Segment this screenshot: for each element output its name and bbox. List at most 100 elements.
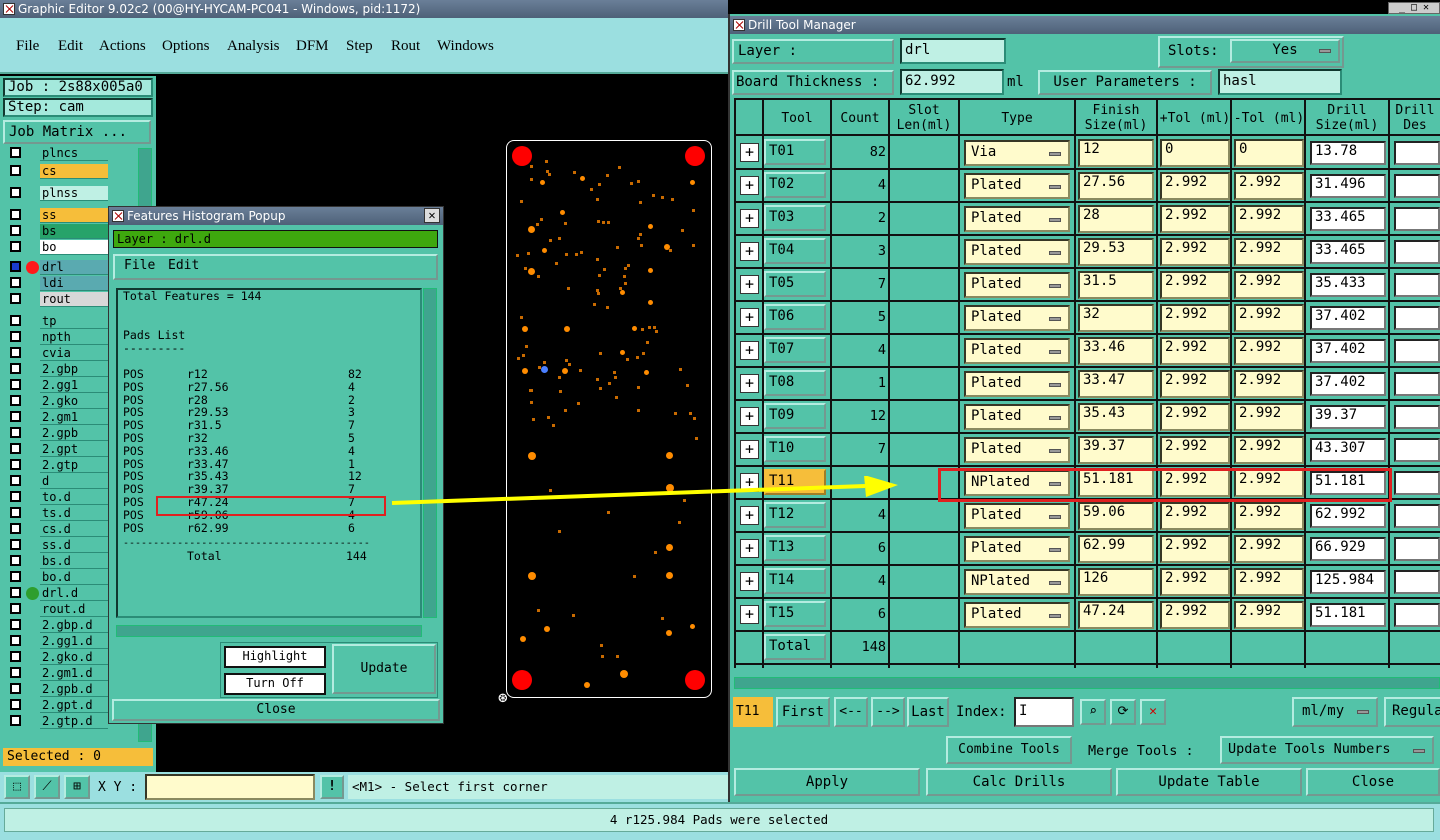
type-dropdown[interactable]: Plated [964, 404, 1070, 430]
finish-size-field[interactable]: 59.06 [1078, 502, 1154, 530]
plus-tol-field[interactable]: 0 [1160, 139, 1230, 167]
expand-row-icon[interactable]: + [740, 605, 759, 624]
drill-size-field[interactable]: 62.992 [1310, 504, 1386, 528]
menu-analysis[interactable]: Analysis [227, 38, 280, 55]
finish-size-field[interactable]: 31.5 [1078, 271, 1154, 299]
layer-row-2-gbp[interactable]: 2.gbp [6, 362, 108, 377]
layer-checkbox[interactable] [10, 209, 21, 220]
layer-checkbox[interactable] [10, 475, 21, 486]
layer-name[interactable]: bo [40, 240, 108, 255]
layer-name[interactable]: rout [40, 292, 108, 307]
layer-name[interactable]: bs [40, 224, 108, 239]
layer-checkbox[interactable] [10, 331, 21, 342]
layer-row-bs-d[interactable]: bs.d [6, 554, 108, 569]
layer-name[interactable]: ldi [40, 276, 108, 291]
layer-checkbox[interactable] [10, 699, 21, 710]
layer-name[interactable]: bo.d [40, 570, 108, 585]
layer-checkbox[interactable] [10, 363, 21, 374]
board-thickness-field[interactable]: 62.992 [900, 69, 1004, 95]
drill-des-field[interactable] [1394, 339, 1440, 363]
layer-name[interactable]: plnss [40, 186, 108, 201]
histogram-hscroll[interactable] [116, 625, 422, 637]
layer-row-2-gtp[interactable]: 2.gtp [6, 458, 108, 473]
tool-button[interactable]: T05 [764, 271, 826, 297]
layer-checkbox[interactable] [10, 347, 21, 358]
tool-button[interactable]: T13 [764, 535, 826, 561]
layer-checkbox[interactable] [10, 539, 21, 550]
type-dropdown[interactable]: Plated [964, 305, 1070, 331]
layer-name[interactable]: 2.gbp [40, 362, 108, 377]
type-dropdown[interactable]: Plated [964, 536, 1070, 562]
drill-size-field[interactable]: 125.984 [1310, 570, 1386, 594]
minus-tol-field[interactable]: 2.992 [1234, 238, 1304, 266]
finish-size-field[interactable]: 28 [1078, 205, 1154, 233]
job-matrix-button[interactable]: Job Matrix ... [3, 120, 151, 144]
drill-size-field[interactable]: 37.402 [1310, 372, 1386, 396]
tool-button[interactable]: T08 [764, 370, 826, 396]
layer-name[interactable]: 2.gtp [40, 458, 108, 473]
layer-name[interactable]: ss.d [40, 538, 108, 553]
plus-tol-field[interactable]: 2.992 [1160, 337, 1230, 365]
drill-size-field[interactable]: 35.433 [1310, 273, 1386, 297]
layer-name[interactable]: 2.gbp.d [40, 618, 108, 633]
units-dropdown[interactable]: ml/my [1292, 697, 1378, 727]
finish-size-field[interactable]: 126 [1078, 568, 1154, 596]
layer-row-2-gpb[interactable]: 2.gpb [6, 426, 108, 441]
layer-row-2-gm1-d[interactable]: 2.gm1.d [6, 666, 108, 681]
plus-tol-field[interactable]: 2.992 [1160, 601, 1230, 629]
layer-checkbox[interactable] [10, 379, 21, 390]
drill-size-field[interactable]: 66.929 [1310, 537, 1386, 561]
layer-checkbox[interactable] [10, 491, 21, 502]
histogram-menu-file[interactable]: File [124, 258, 155, 273]
tool-button[interactable]: T15 [764, 601, 826, 627]
finish-size-field[interactable]: 62.99 [1078, 535, 1154, 563]
layer-row-2-gg1[interactable]: 2.gg1 [6, 378, 108, 393]
menu-options[interactable]: Options [162, 38, 210, 55]
layer-checkbox[interactable] [10, 635, 21, 646]
expand-row-icon[interactable]: + [740, 572, 759, 591]
layer-row-to-d[interactable]: to.d [6, 490, 108, 505]
last-button[interactable]: Last [907, 697, 949, 727]
layer-checkbox[interactable] [10, 427, 21, 438]
expand-row-icon[interactable]: + [740, 242, 759, 261]
tool-button[interactable]: T06 [764, 304, 826, 330]
type-dropdown[interactable]: Plated [964, 206, 1070, 232]
histogram-vscroll[interactable] [423, 288, 437, 618]
tool-button[interactable]: T07 [764, 337, 826, 363]
layer-name[interactable]: ss [40, 208, 108, 223]
layer-row-2-gm1[interactable]: 2.gm1 [6, 410, 108, 425]
layer-name[interactable]: cs.d [40, 522, 108, 537]
layer-checkbox[interactable] [10, 683, 21, 694]
layer-checkbox[interactable] [10, 277, 21, 288]
user-params-field[interactable]: hasl [1218, 69, 1342, 95]
plus-tol-field[interactable]: 2.992 [1160, 238, 1230, 266]
minus-tol-field[interactable]: 2.992 [1234, 205, 1304, 233]
layer-row-2-gbp-d[interactable]: 2.gbp.d [6, 618, 108, 633]
tool-button[interactable]: T02 [764, 172, 826, 198]
layer-row-plnss[interactable]: plnss [6, 186, 108, 201]
finish-size-field[interactable]: 27.56 [1078, 172, 1154, 200]
layer-name[interactable]: cs [40, 164, 108, 179]
layer-row-2-gtp-d[interactable]: 2.gtp.d [6, 714, 108, 729]
minus-tol-field[interactable]: 2.992 [1234, 535, 1304, 563]
drill-size-field[interactable]: 31.496 [1310, 174, 1386, 198]
drill-size-field[interactable]: 13.78 [1310, 141, 1386, 165]
drill-size-field[interactable]: 33.465 [1310, 207, 1386, 231]
find-icon[interactable]: ⌕ [1080, 699, 1106, 725]
update-button[interactable]: Update [332, 644, 436, 694]
finish-size-field[interactable]: 33.47 [1078, 370, 1154, 398]
layer-name[interactable]: 2.gpt.d [40, 698, 108, 713]
histogram-menu-edit[interactable]: Edit [168, 258, 199, 273]
drill-des-field[interactable] [1394, 570, 1440, 594]
delete-icon[interactable]: ✕ [1140, 699, 1166, 725]
next-button[interactable]: --> [871, 697, 905, 727]
plus-tol-field[interactable]: 2.992 [1160, 403, 1230, 431]
layer-row-ldi[interactable]: ldi [6, 276, 108, 291]
combine-tools-button[interactable]: Combine Tools [946, 736, 1072, 764]
drill-size-field[interactable]: 33.465 [1310, 240, 1386, 264]
turn-off-button[interactable]: Turn Off [224, 673, 326, 695]
plus-tol-field[interactable]: 2.992 [1160, 172, 1230, 200]
expand-row-icon[interactable]: + [740, 176, 759, 195]
update-table-button[interactable]: Update Table [1116, 768, 1302, 796]
layer-row-ss[interactable]: ss [6, 208, 108, 223]
